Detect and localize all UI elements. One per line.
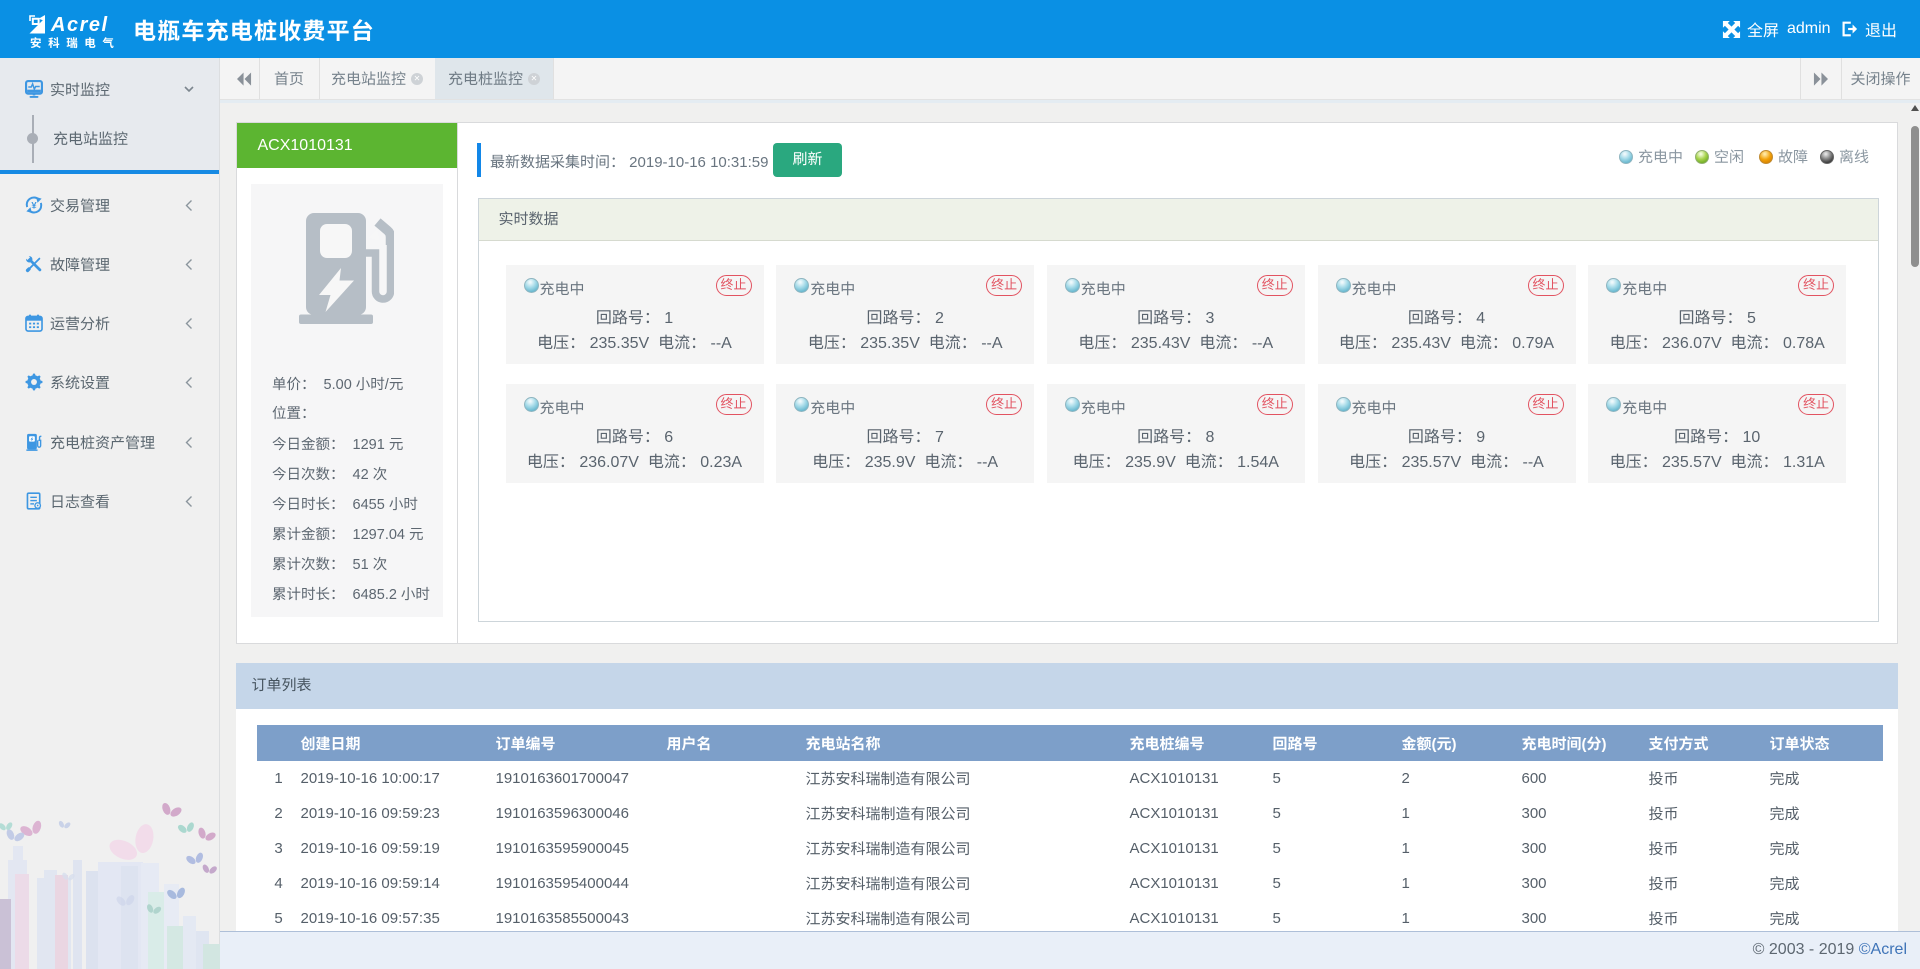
svg-text:¥: ¥	[31, 199, 37, 210]
